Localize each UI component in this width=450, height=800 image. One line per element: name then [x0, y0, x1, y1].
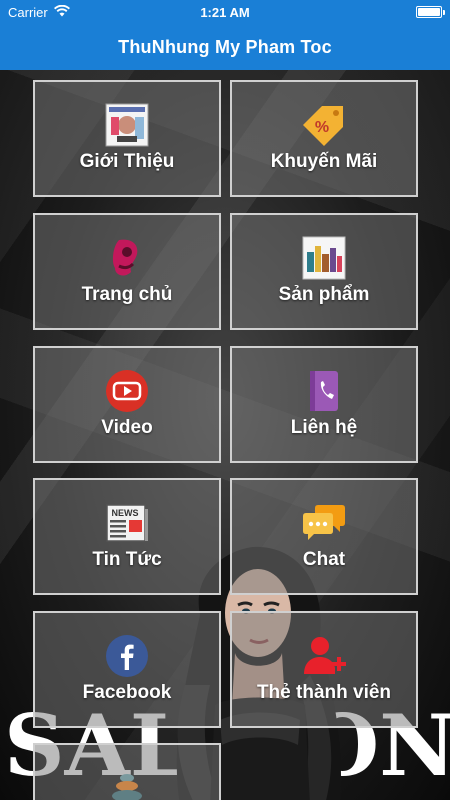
youtube-play-icon — [104, 368, 150, 414]
menu-tile-trang-chu[interactable]: Trang chủ — [33, 213, 221, 330]
wifi-icon — [53, 4, 70, 20]
percent-tag-icon: % — [301, 102, 347, 148]
menu-grid: Giới Thiệu % Khuyến Mãi Trang chủ Sản ph… — [0, 70, 450, 800]
salon-logo-icon — [104, 235, 150, 281]
nav-bar: ThuNhung My Pham Toc — [0, 24, 450, 70]
svg-text:%: % — [315, 119, 329, 136]
menu-tile-label: Chat — [302, 549, 346, 570]
menu-tile-label: Liên hệ — [290, 417, 358, 438]
menu-tile-label: Thẻ thành viên — [256, 682, 392, 703]
menu-tile-tin-tuc[interactable]: NEWS Tin Tức — [33, 478, 221, 595]
battery-icon — [416, 6, 445, 18]
menu-tile-gioi-thieu[interactable]: Giới Thiệu — [33, 80, 221, 197]
menu-tile-label: Tin Tức — [92, 549, 162, 570]
facebook-icon — [104, 633, 150, 679]
menu-tile-label: Facebook — [82, 682, 172, 703]
menu-tile-the-thanh-vien[interactable]: Thẻ thành viên — [230, 611, 418, 728]
newspaper-icon: NEWS — [104, 500, 150, 546]
menu-tile-label: Giới Thiệu — [79, 151, 175, 172]
menu-tile-label: Sản phẩm — [278, 284, 370, 305]
menu-tile-khuyen-mai[interactable]: % Khuyến Mãi — [230, 80, 418, 197]
products-icon — [301, 235, 347, 281]
menu-tile-chat[interactable]: Chat — [230, 478, 418, 595]
battery-fill — [418, 8, 440, 16]
stones-icon — [104, 767, 150, 800]
menu-tile-extra[interactable] — [33, 743, 221, 800]
menu-tile-label: Khuyến Mãi — [270, 151, 378, 172]
menu-tile-facebook[interactable]: Facebook — [33, 611, 221, 728]
chat-bubbles-icon — [301, 500, 347, 546]
carrier-label: Carrier — [8, 4, 48, 20]
newspaper-icon-text: NEWS — [112, 508, 139, 518]
menu-tile-video[interactable]: Video — [33, 346, 221, 463]
magazine-cover-icon — [104, 102, 150, 148]
status-bar: Carrier 1:21 AM — [0, 0, 450, 24]
menu-tile-label: Trang chủ — [81, 284, 173, 305]
menu-tile-san-pham[interactable]: Sản phẩm — [230, 213, 418, 330]
menu-tile-label: Video — [101, 417, 153, 438]
phone-book-icon — [301, 368, 347, 414]
add-member-icon — [301, 633, 347, 679]
menu-tile-lien-he[interactable]: Liên hệ — [230, 346, 418, 463]
app-title: ThuNhung My Pham Toc — [118, 36, 332, 57]
status-left: Carrier — [8, 4, 70, 20]
